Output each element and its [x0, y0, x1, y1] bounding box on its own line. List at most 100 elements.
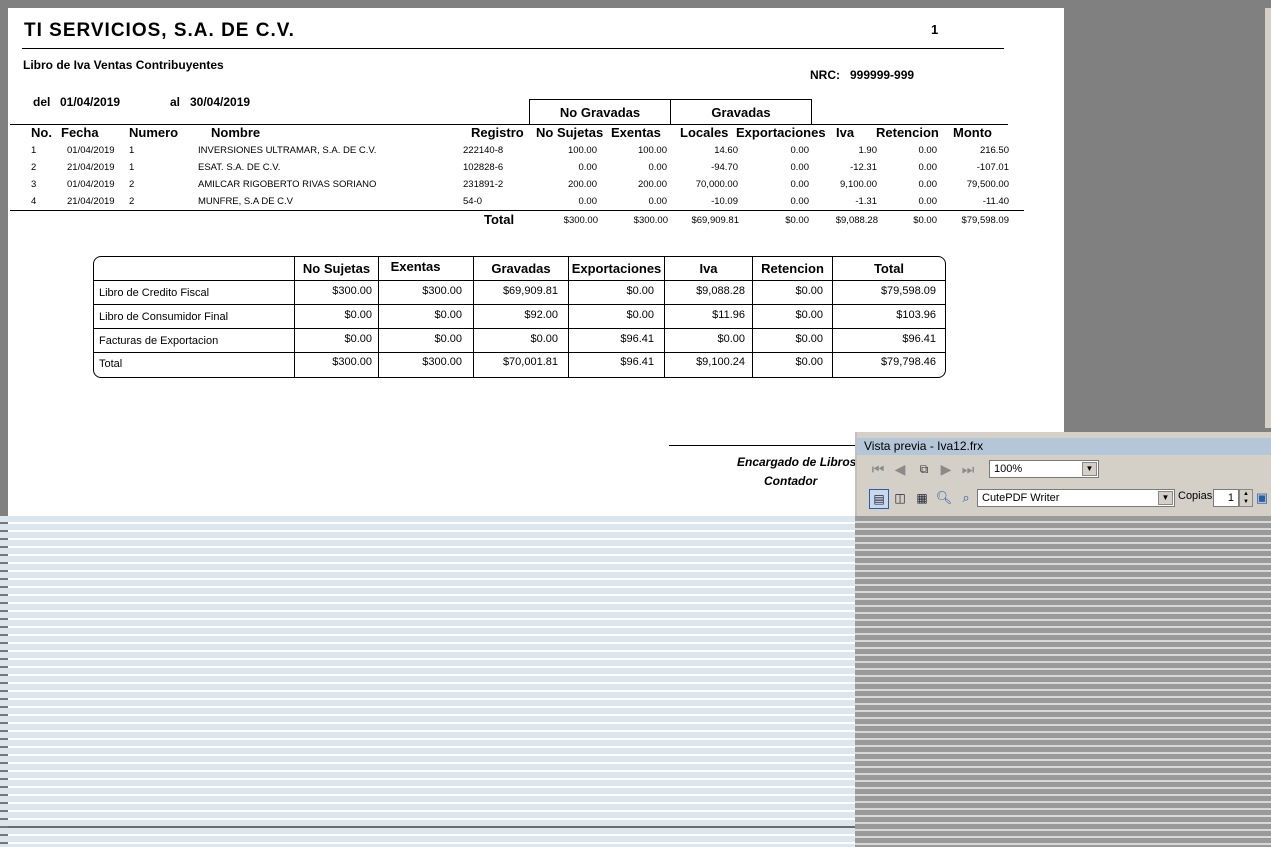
table-row-cell-exportaciones: 0.00: [790, 145, 810, 156]
zoom-icon[interactable]: 🔍︎: [935, 489, 953, 507]
table-row-cell-retencion: 0.00: [918, 145, 938, 156]
report-subtitle: Libro de Iva Ventas Contribuyentes: [23, 58, 224, 72]
table-row-cell-exportaciones: 0.00: [790, 179, 810, 190]
table-row-cell-fecha: 21/04/2019: [67, 196, 115, 207]
table-row-cell-exentas: 100.00: [637, 145, 667, 156]
summary-cell: $11.96: [712, 309, 745, 321]
two-pages-icon[interactable]: ◫: [891, 489, 909, 507]
vertical-scrollbar[interactable]: [1265, 8, 1271, 428]
zoom-fit-icon[interactable]: ⌕: [957, 489, 975, 507]
zoom-select[interactable]: 100% ▼: [989, 460, 1099, 478]
summary-cell: $79,598.09: [880, 285, 936, 297]
summary-row-label: Total: [99, 358, 123, 370]
table-row-cell-nombre: AMILCAR RIGOBERTO RIVAS SORIANO: [198, 179, 377, 190]
table-row-cell-no-sujetas: 0.00: [578, 196, 598, 207]
table-row-cell-numero: 2: [129, 179, 135, 190]
summary-cell: $92.00: [524, 309, 558, 321]
from-date: 01/04/2019: [60, 95, 121, 109]
summary-cell: $0.00: [434, 333, 462, 345]
table-row-cell-nombre: INVERSIONES ULTRAMAR, S.A. DE C.V.: [198, 145, 377, 156]
summary-header-no-sujetas: No Sujetas: [302, 261, 371, 276]
table-row-cell-iva: -12.31: [850, 162, 877, 173]
table-row-cell-locales: -94.70: [711, 162, 738, 173]
group-gravadas: Gravadas: [670, 99, 812, 125]
summary-cell: $103.96: [896, 309, 936, 321]
summary-header-retencion: Retencion: [761, 261, 824, 276]
total-label: Total: [484, 212, 515, 227]
summary-cell: $9,088.28: [696, 285, 745, 297]
table-row-cell-retencion: 0.00: [918, 162, 938, 173]
table-row-cell-iva: -1.31: [855, 196, 877, 207]
four-pages-icon[interactable]: ▦: [913, 489, 931, 507]
summary-cell: $0.00: [717, 333, 745, 345]
summary-cell: $300.00: [422, 285, 462, 297]
group-no-gravadas: No Gravadas: [529, 99, 671, 125]
table-row-cell-retencion: 0.00: [918, 179, 938, 190]
summary-header-iva: Iva: [699, 261, 718, 276]
one-page-icon[interactable]: ▤: [869, 489, 889, 509]
save-icon[interactable]: ▣: [1255, 489, 1269, 507]
table-row-cell-registro: 54-0: [463, 196, 483, 207]
table-row-cell-no: 2: [31, 162, 37, 173]
company-name: TI SERVICIOS, S.A. DE C.V.: [24, 20, 295, 41]
last-page-icon[interactable]: ⏭: [959, 460, 977, 478]
col-no: No.: [31, 125, 52, 140]
copies-spinner[interactable]: ▲ ▼: [1239, 489, 1253, 507]
summary-cell: $300.00: [332, 285, 372, 297]
goto-page-icon[interactable]: ⧉: [915, 460, 933, 478]
col-numero: Numero: [129, 125, 179, 140]
preview-toolbar-window: Vista previa - Iva12.frx ⏮ ◀ ⧉ ▶ ⏭ 100% …: [855, 432, 1271, 516]
summary-cell: $0.00: [795, 333, 823, 345]
table-row-cell-registro: 231891-2: [463, 179, 504, 190]
preview-background-right: [855, 516, 1271, 847]
table-row-cell-exentas: 0.00: [648, 196, 668, 207]
total-no-sujetas: $300.00: [563, 215, 598, 226]
summary-header-exentas: Exentas: [390, 259, 441, 274]
printer-select[interactable]: CutePDF Writer ▼: [977, 489, 1175, 507]
table-row-cell-locales: 70,000.00: [695, 179, 738, 190]
table-row-cell-fecha: 01/04/2019: [67, 179, 115, 190]
summary-cell: $79,798.46: [880, 356, 936, 368]
col-retencion: Retencion: [876, 125, 939, 140]
table-row-cell-monto: -11.40: [982, 196, 1009, 207]
first-page-icon[interactable]: ⏮: [869, 460, 887, 478]
next-page-icon[interactable]: ▶: [937, 460, 955, 478]
summary-row-label: Libro de Consumidor Final: [99, 311, 229, 323]
table-row-cell-registro: 102828-6: [463, 162, 504, 173]
summary-cell: $0.00: [626, 309, 654, 321]
table-row-cell-no: 3: [31, 179, 37, 190]
signature-role: Contador: [764, 474, 818, 488]
summary-cell: $70,001.81: [502, 356, 558, 368]
chevron-down-icon[interactable]: ▼: [1082, 462, 1097, 476]
chevron-down-icon[interactable]: ▼: [1158, 491, 1173, 505]
summary-cell: $0.00: [344, 309, 372, 321]
col-no-sujetas: No Sujetas: [536, 125, 604, 140]
table-row-cell-monto: 216.50: [979, 145, 1009, 156]
summary-cell: $96.41: [620, 356, 654, 368]
col-registro: Registro: [471, 125, 524, 140]
printer-value: CutePDF Writer: [982, 492, 1060, 504]
from-label: del: [33, 95, 51, 109]
table-row-cell-monto: 79,500.00: [966, 179, 1009, 190]
summary-cell: $96.41: [620, 333, 654, 345]
summary-row-label: Libro de Credito Fiscal: [99, 287, 210, 299]
summary-cell: $0.00: [795, 356, 823, 368]
prev-page-icon[interactable]: ◀: [891, 460, 909, 478]
preview-background: [0, 516, 855, 847]
to-date: 30/04/2019: [190, 95, 251, 109]
summary-row-divider: [94, 280, 945, 281]
header-rule: [22, 48, 1004, 49]
summary-cell: $300.00: [422, 356, 462, 368]
total-exportaciones: $0.00: [785, 215, 809, 226]
col-monto: Monto: [953, 125, 992, 140]
table-row-cell-no-sujetas: 200.00: [567, 179, 597, 190]
table-row-cell-exportaciones: 0.00: [790, 162, 810, 173]
col-exportaciones: Exportaciones: [736, 125, 826, 140]
table-row-cell-numero: 2: [129, 196, 135, 207]
total-monto: $79,598.09: [961, 215, 1009, 226]
summary-cell: $0.00: [795, 309, 823, 321]
summary-cell: $9,100.24: [696, 356, 745, 368]
copies-input[interactable]: 1: [1213, 489, 1239, 507]
copies-label: Copias: [1178, 490, 1213, 502]
summary-header-gravadas: Gravadas: [491, 261, 551, 276]
